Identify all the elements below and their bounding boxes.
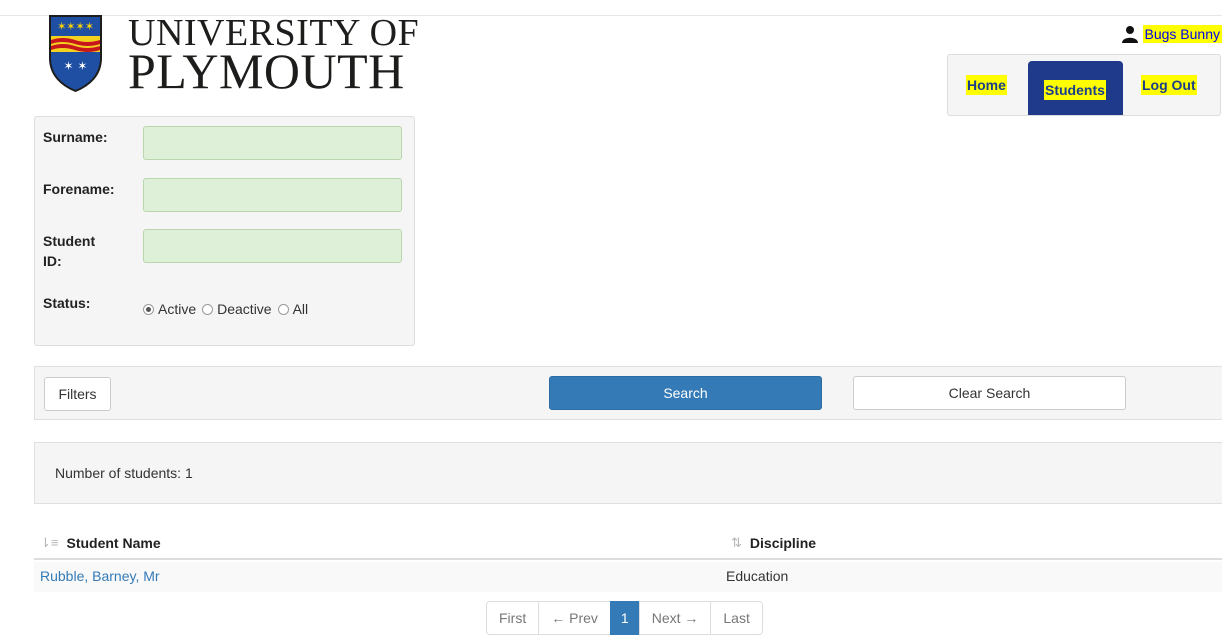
status-active-label[interactable]: Active <box>158 301 196 317</box>
svg-text:✶ ✶: ✶ ✶ <box>64 59 88 73</box>
student-discipline: Education <box>726 568 788 584</box>
nav-log-out[interactable]: Log Out <box>1141 77 1197 93</box>
logo-text-line2: PLYMOUTH <box>128 46 405 96</box>
surname-input[interactable] <box>143 126 402 160</box>
nav-students-label: Students <box>1044 80 1106 100</box>
nav-home-label: Home <box>966 75 1007 95</box>
column-header-student-name-label: Student Name <box>66 535 160 551</box>
nav-log-out-label: Log Out <box>1141 75 1197 95</box>
results-table-header: ⇂≡ Student Name ⇅ Discipline <box>34 530 1222 560</box>
table-row: Rubble, Barney, Mr Education <box>34 562 1222 592</box>
column-header-discipline[interactable]: ⇅ Discipline <box>731 535 816 551</box>
filters-button[interactable]: Filters <box>44 377 111 411</box>
student-id-label-line1: Student <box>43 233 95 249</box>
user-menu[interactable]: Bugs Bunny <box>1121 22 1222 46</box>
status-deactive-label[interactable]: Deactive <box>217 301 271 317</box>
sort-icon: ⇅ <box>731 535 742 551</box>
search-action-bar: Filters Search Clear Search <box>34 366 1222 420</box>
student-name-link[interactable]: Rubble, Barney, Mr <box>40 568 160 584</box>
forename-input[interactable] <box>143 178 402 212</box>
crest-icon: ✶✶✶✶ ✶ ✶ <box>48 14 103 92</box>
user-icon <box>1121 25 1139 43</box>
clear-search-button[interactable]: Clear Search <box>853 376 1126 410</box>
status-radio-group: Active Deactive All <box>143 301 314 317</box>
status-all-label[interactable]: All <box>293 301 309 317</box>
student-filter-panel: Surname: Forename: Student ID: Status: A… <box>34 116 415 346</box>
column-header-student-name[interactable]: ⇂≡ Student Name <box>40 535 161 551</box>
main-nav: Home Students Log Out <box>947 54 1221 116</box>
student-id-label-line2: ID: <box>43 253 62 269</box>
university-logo[interactable]: ✶✶✶✶ ✶ ✶ UNIVERSITY OF PLYMOUTH <box>48 14 428 94</box>
status-all-radio[interactable] <box>278 304 289 315</box>
sort-alpha-icon: ⇂≡ <box>40 535 58 551</box>
nav-students[interactable]: Students <box>1028 61 1123 115</box>
student-id-input[interactable] <box>143 229 402 263</box>
search-button[interactable]: Search <box>549 376 822 410</box>
results-count-panel: Number of students: 1 <box>34 442 1222 504</box>
surname-label: Surname: <box>43 127 108 147</box>
column-header-discipline-label: Discipline <box>750 535 816 551</box>
results-count-text: Number of students: 1 <box>55 465 193 481</box>
student-id-label: Student ID: <box>43 231 95 271</box>
nav-home[interactable]: Home <box>966 77 1007 93</box>
status-deactive-radio[interactable] <box>202 304 213 315</box>
status-label: Status: <box>43 293 90 313</box>
user-name-link[interactable]: Bugs Bunny <box>1143 25 1222 43</box>
status-active-radio[interactable] <box>143 304 154 315</box>
svg-text:✶✶✶✶: ✶✶✶✶ <box>57 20 94 33</box>
forename-label: Forename: <box>43 179 115 199</box>
